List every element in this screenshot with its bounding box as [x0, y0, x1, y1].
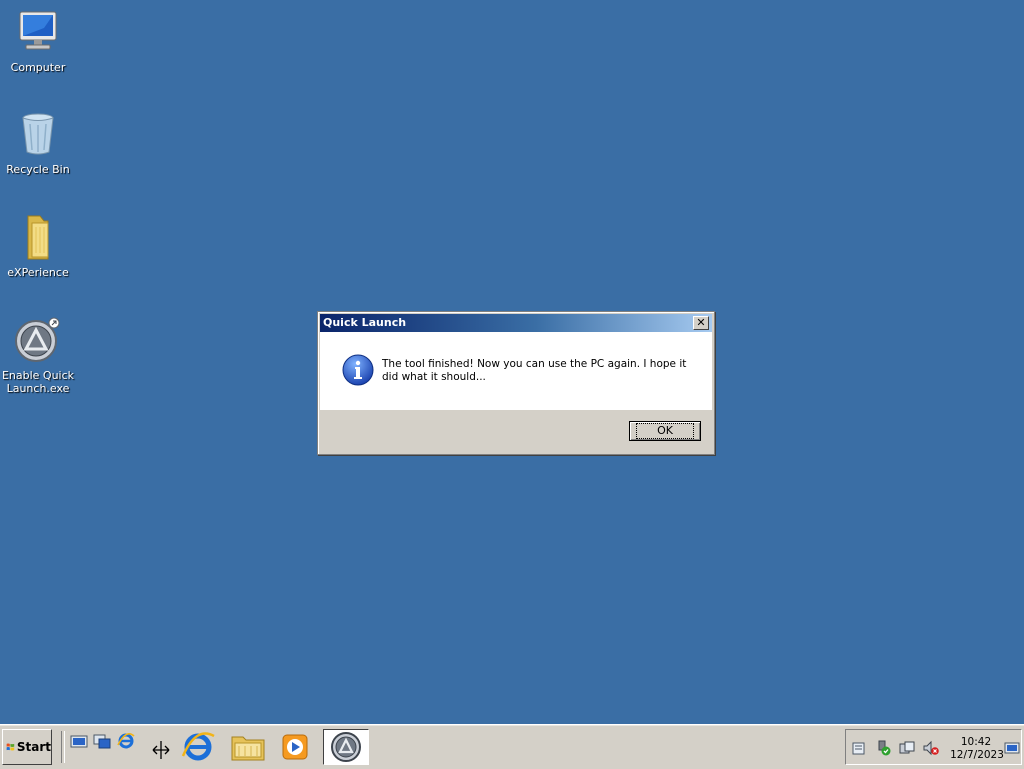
taskbar: Start 10:42 12/7/2023 [0, 724, 1024, 769]
desktop-icon-experience[interactable]: eXPerience [0, 213, 76, 279]
folder-icon [27, 215, 49, 260]
action-center-icon[interactable] [851, 740, 867, 756]
dialog-title: Quick Launch [323, 316, 407, 329]
file-explorer-icon[interactable] [228, 730, 268, 764]
desktop-icon-recycle-bin[interactable]: Recycle Bin [0, 110, 76, 176]
desktop-icon-enable-quick-launch[interactable]: Enable Quick Launch.exe [0, 316, 76, 395]
taskbar-separator [61, 731, 65, 763]
computer-icon [19, 11, 57, 50]
resize-cursor-icon [152, 741, 170, 759]
app-icon [15, 317, 60, 362]
internet-explorer-icon[interactable] [117, 732, 135, 750]
close-button[interactable]: ✕ [693, 316, 709, 330]
internet-explorer-icon[interactable] [178, 730, 218, 764]
network-icon[interactable] [875, 740, 891, 756]
media-player-icon[interactable] [275, 730, 315, 764]
active-task-button[interactable] [323, 729, 369, 765]
power-icon[interactable] [899, 740, 915, 756]
desktop-icon-computer[interactable]: Computer [0, 8, 76, 74]
close-icon: ✕ [696, 316, 706, 329]
desktop-icon-label: Computer [10, 61, 66, 74]
windows-logo-icon [6, 743, 15, 751]
show-desktop-icon[interactable] [70, 733, 88, 751]
quick-launch-app-icon [331, 732, 361, 762]
recycle-bin-icon [22, 113, 54, 155]
switch-windows-icon[interactable] [93, 733, 111, 751]
desktop-icon-label: Recycle Bin [6, 163, 70, 176]
info-icon [342, 354, 374, 386]
clock-time[interactable]: 10:42 [950, 736, 1002, 748]
clock-date[interactable]: 12/7/2023 [944, 749, 1010, 761]
show-desktop-icon[interactable] [1004, 740, 1020, 756]
dialog-message: The tool finished! Now you can use the P… [382, 358, 687, 383]
message-dialog[interactable]: Quick Launch ✕ The tool finished! Now yo… [317, 311, 715, 455]
start-button[interactable]: Start [2, 729, 52, 765]
ok-button-label: OK [636, 423, 694, 439]
desktop[interactable]: Computer Recycle Bin eXPerience Enable Q… [0, 0, 1024, 724]
volume-muted-icon[interactable] [923, 740, 939, 756]
ok-button[interactable]: OK [629, 421, 701, 441]
dialog-body: The tool finished! Now you can use the P… [320, 332, 712, 410]
start-label: Start [16, 740, 51, 754]
dialog-titlebar[interactable]: Quick Launch ✕ [320, 314, 712, 332]
desktop-icon-label: Enable Quick Launch.exe [1, 369, 75, 395]
system-tray: 10:42 12/7/2023 [845, 729, 1022, 765]
desktop-icon-label: eXPerience [7, 266, 69, 279]
